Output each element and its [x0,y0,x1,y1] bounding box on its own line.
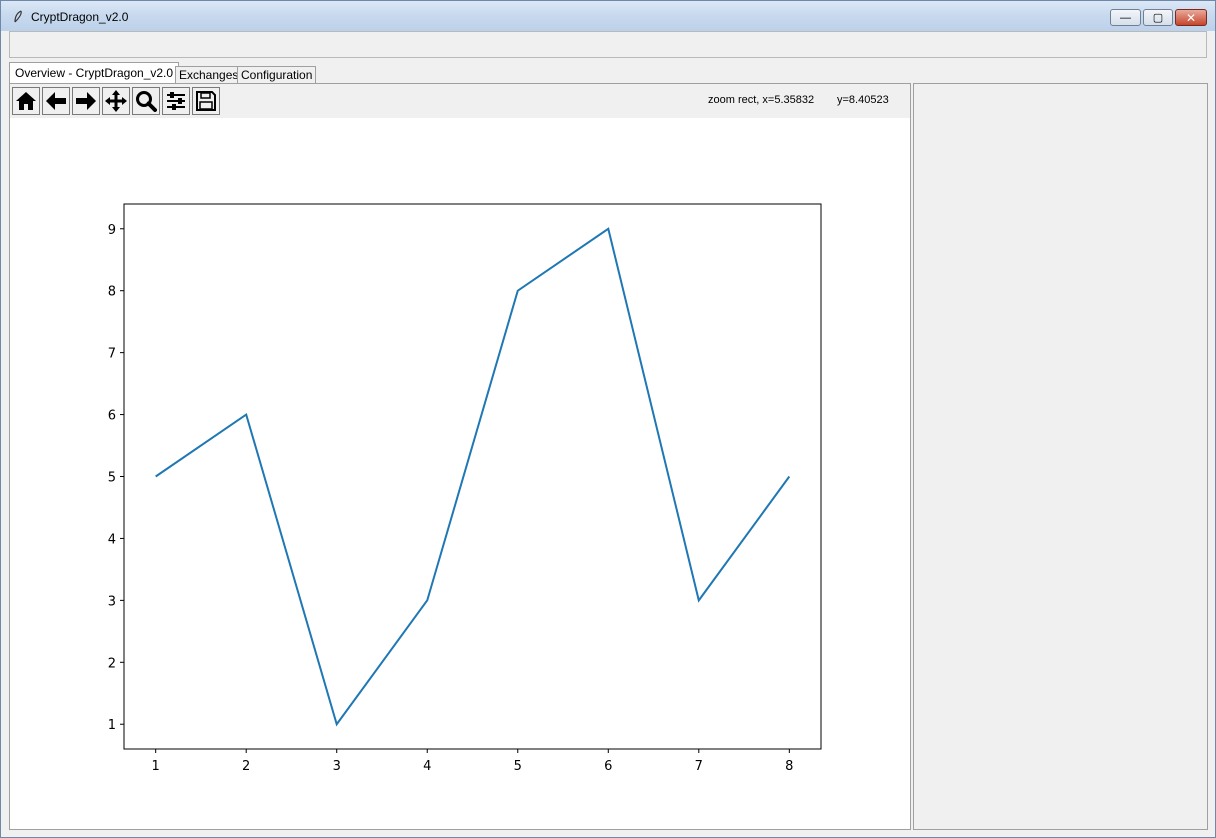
side-panel [913,83,1208,830]
app-window: CryptDragon_v2.0 — ▢ ✕ Overview - CryptD… [0,0,1216,838]
tab-overview[interactable]: Overview - CryptDragon_v2.0 [9,62,180,84]
y-tick-label: 2 [108,656,116,671]
configure-subplots-button[interactable] [162,87,190,115]
x-tick-label: 6 [604,759,612,774]
x-tick-label: 3 [333,759,341,774]
back-button[interactable] [42,87,70,115]
close-button[interactable]: ✕ [1175,9,1207,26]
tab-label: Configuration [241,68,313,82]
home-icon [16,92,36,110]
x-tick-label: 2 [242,759,250,774]
tab-configuration[interactable]: Configuration [237,66,317,84]
y-tick-label: 3 [108,594,116,609]
window-title: CryptDragon_v2.0 [31,10,129,24]
title-bar[interactable]: CryptDragon_v2.0 — ▢ ✕ [1,1,1215,31]
y-tick-label: 8 [108,285,116,300]
overview-panel: zoom rect, x=5.35832 y=8.40523 123456781… [9,83,911,830]
plot-toolbar: zoom rect, x=5.35832 y=8.40523 [10,84,910,118]
zoom-button[interactable] [132,87,160,115]
x-tick-label: 8 [785,759,793,774]
x-tick-label: 5 [514,759,522,774]
status-x-readout: zoom rect, x=5.35832 [708,94,815,106]
pan-button[interactable] [102,87,130,115]
save-button[interactable] [192,87,220,115]
configure-subplots-icon [167,92,185,110]
y-tick-label: 9 [108,223,116,238]
tab-label: Overview - CryptDragon_v2.0 [15,66,174,80]
minimize-icon: — [1120,12,1131,24]
forward-arrow-icon [76,92,96,110]
line-chart[interactable]: 1 2 3 4 5 6 7 8 1 2 3 4 5 6 7 8 9 [10,118,910,829]
x-tick-label: 4 [423,759,431,774]
y-tick-label: 5 [108,471,116,486]
home-button[interactable] [12,87,40,115]
plot-area [123,203,822,750]
y-tick-label: 6 [108,409,116,424]
status-y-readout: y=8.40523 [837,94,889,106]
tab-exchanges[interactable]: Exchanges [175,66,243,84]
maximize-button[interactable]: ▢ [1143,9,1173,26]
forward-button[interactable] [72,87,100,115]
menu-bar [9,31,1207,58]
close-icon: ✕ [1185,11,1197,25]
save-icon [196,91,216,111]
minimize-button[interactable]: — [1110,9,1141,26]
zoom-icon [136,91,157,112]
tab-label: Exchanges [179,68,239,82]
back-arrow-icon [46,92,66,110]
pan-icon [105,90,127,112]
maximize-icon: ▢ [1152,12,1164,24]
x-tick-label: 7 [695,759,703,774]
feather-icon [14,10,22,23]
x-tick-label: 1 [152,759,160,774]
y-tick-label: 1 [108,718,116,733]
y-tick-label: 7 [108,347,116,362]
y-tick-label: 4 [108,532,116,547]
